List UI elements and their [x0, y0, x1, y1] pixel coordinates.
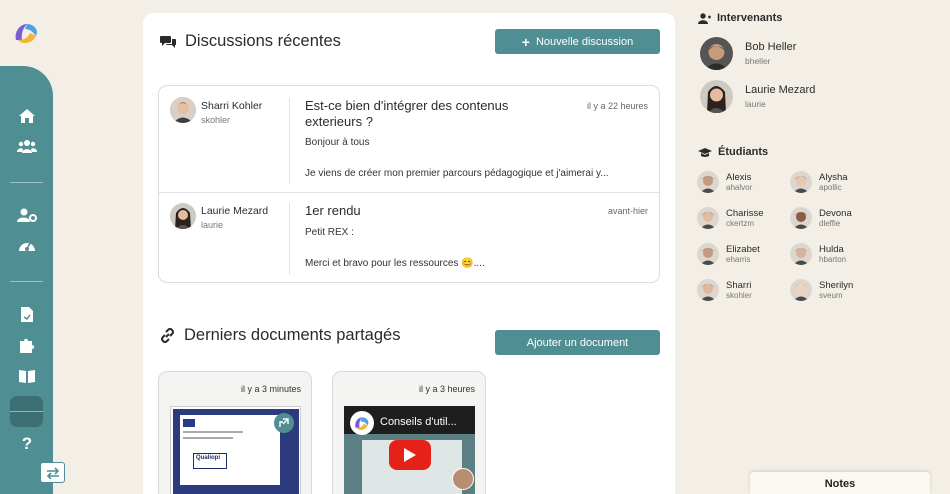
- nav-divider: [10, 411, 43, 412]
- student-handle: hbarton: [819, 255, 847, 264]
- video-title: Conseils d'util...: [380, 416, 457, 428]
- discussion-excerpt: Merci et bravo pour les ressources 😊....: [305, 258, 485, 269]
- avatar[interactable]: [700, 37, 733, 70]
- author-handle: laurie: [201, 220, 224, 230]
- notes-tab[interactable]: Notes: [750, 472, 930, 494]
- author-handle: skohler: [201, 115, 231, 125]
- document-time: il y a 3 minutes: [240, 384, 301, 394]
- add-document-label: Ajouter un document: [526, 336, 629, 349]
- dashboard-icon[interactable]: [17, 236, 37, 256]
- column-divider: [289, 203, 290, 275]
- avatar: [452, 468, 474, 490]
- student-handle: apollic: [819, 183, 842, 192]
- document-time: il y a 3 heures: [418, 384, 475, 394]
- document-card[interactable]: il y a 3 minutes Qualiopi: [158, 371, 312, 494]
- student-name: Charisse: [726, 208, 764, 219]
- student-name: Devona: [819, 208, 852, 219]
- discussion-excerpt: Bonjour à tous: [305, 137, 370, 148]
- link-icon: [161, 328, 174, 343]
- student-name: Sharri: [726, 280, 752, 291]
- discussion-item[interactable]: Sharri Kohler skohler Est-ce bien d'inté…: [159, 86, 659, 192]
- intervenants-heading: Intervenants: [698, 12, 782, 24]
- sidebar: ?: [0, 66, 53, 494]
- swap-button[interactable]: [40, 462, 65, 483]
- document-thumbnail[interactable]: Qualiopi: [170, 406, 301, 494]
- discussion-title[interactable]: Est-ce bien d'intégrer des contenus exte…: [305, 98, 565, 130]
- qualiopi-logo: Qualiopi: [193, 453, 227, 469]
- person-name: Bob Heller: [745, 41, 797, 53]
- column-divider: [289, 98, 290, 184]
- author-name: Sharri Kohler: [201, 100, 263, 112]
- intervenants-title: Intervenants: [717, 12, 783, 24]
- channel-logo: [350, 411, 374, 435]
- avatar[interactable]: [697, 207, 719, 229]
- student-handle: skohler: [726, 291, 752, 300]
- discussion-excerpt: Je viens de créer mon premier parcours p…: [305, 168, 609, 179]
- etudiants-heading: Étudiants: [698, 146, 768, 158]
- document-icon[interactable]: [17, 304, 37, 324]
- student-name: Alexis: [726, 172, 752, 183]
- discussion-time: avant-hier: [607, 206, 648, 216]
- avatar[interactable]: [790, 171, 812, 193]
- notes-label: Notes: [824, 478, 856, 490]
- new-discussion-label: Nouvelle discussion: [535, 35, 634, 48]
- avatar[interactable]: [790, 207, 812, 229]
- etudiants-title: Étudiants: [718, 146, 769, 158]
- discussion-excerpt: Petit REX :: [305, 227, 354, 238]
- plus-icon: +: [521, 33, 530, 50]
- avatar[interactable]: [697, 243, 719, 265]
- user-settings-icon[interactable]: [17, 205, 37, 225]
- person-handle: laurie: [745, 99, 766, 109]
- help-icon[interactable]: ?: [17, 434, 37, 454]
- comments-icon: [160, 35, 176, 48]
- graduation-cap-icon: [698, 147, 712, 157]
- share-icon[interactable]: [274, 413, 294, 433]
- avatar[interactable]: [697, 171, 719, 193]
- discussions-title: Discussions récentes: [185, 32, 341, 50]
- user-tie-icon: [698, 12, 711, 24]
- discussions-heading: Discussions récentes: [160, 32, 341, 51]
- avatar: [170, 97, 196, 123]
- new-discussion-button[interactable]: + Nouvelle discussion: [495, 29, 660, 54]
- avatar[interactable]: [697, 279, 719, 301]
- student-handle: dleffie: [819, 219, 841, 228]
- app-logo[interactable]: [12, 18, 42, 46]
- avatar[interactable]: [700, 80, 733, 113]
- documents-heading: Derniers documents partagés: [160, 326, 400, 345]
- book-icon[interactable]: [17, 366, 37, 386]
- student-name: Elizabet: [726, 244, 760, 255]
- student-handle: sveum: [819, 291, 843, 300]
- discussion-list: Sharri Kohler skohler Est-ce bien d'inté…: [158, 85, 660, 283]
- discussion-time: il y a 22 heures: [586, 101, 648, 111]
- student-handle: eharris: [726, 255, 751, 264]
- play-icon[interactable]: [389, 440, 431, 470]
- student-name: Hulda: [819, 244, 844, 255]
- discussion-title[interactable]: 1er rendu: [305, 203, 565, 219]
- video-thumbnail[interactable]: Conseils d'util...: [344, 406, 475, 494]
- person-name: Laurie Mezard: [745, 84, 816, 96]
- home-icon[interactable]: [17, 106, 37, 126]
- avatar: [170, 203, 196, 229]
- student-handle: ahalvor: [726, 183, 753, 192]
- discussion-item[interactable]: Laurie Mezard laurie 1er rendu avant-hie…: [159, 193, 659, 283]
- document-card[interactable]: il y a 3 heures Conseils d'util...: [332, 371, 486, 494]
- person-handle: bheller: [745, 56, 771, 66]
- documents-title: Derniers documents partagés: [184, 326, 401, 344]
- swap-icon: [46, 466, 59, 479]
- author-name: Laurie Mezard: [201, 205, 269, 217]
- student-name: Sherilyn: [819, 280, 854, 291]
- nav-divider: [10, 281, 43, 282]
- add-document-button[interactable]: Ajouter un document: [495, 330, 660, 355]
- avatar[interactable]: [790, 243, 812, 265]
- users-icon[interactable]: [17, 136, 37, 156]
- student-handle: ckertzm: [726, 219, 754, 228]
- avatar[interactable]: [790, 279, 812, 301]
- nav-divider: [10, 182, 43, 183]
- student-name: Alysha: [819, 172, 848, 183]
- puzzle-icon[interactable]: [17, 335, 37, 355]
